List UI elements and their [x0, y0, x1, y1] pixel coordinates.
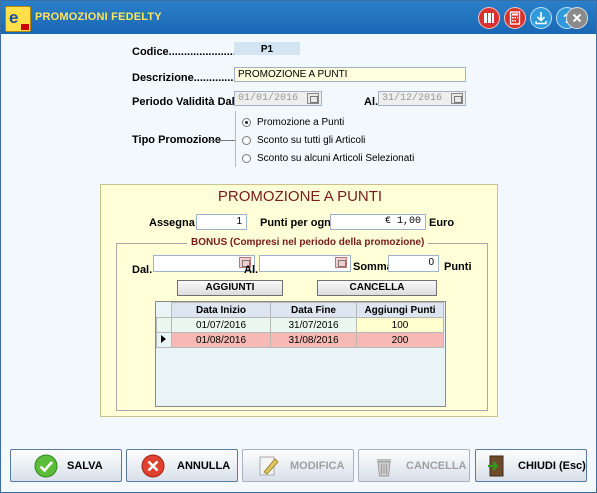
assegna-label: Assegna [149, 217, 195, 229]
annulla-button[interactable]: ANNULLA [126, 449, 238, 482]
bonus-al-label: Al. [244, 264, 259, 276]
table-header-row: Data Inizio Data Fine Aggiungi Punti [156, 302, 444, 318]
check-icon [34, 454, 58, 478]
radio-icon [242, 154, 251, 163]
calendar-icon[interactable] [335, 257, 347, 268]
cell-data-inizio: 01/07/2016 [171, 317, 271, 333]
table-row[interactable]: 01/08/2016 31/08/2016 200 [156, 332, 444, 348]
punti-label: Punti [444, 261, 472, 273]
current-row-arrow-icon[interactable] [156, 332, 172, 348]
exit-door-icon [488, 455, 504, 477]
calculator-icon[interactable] [504, 7, 526, 29]
edit-icon [259, 456, 279, 476]
euro-label: Euro [429, 217, 455, 229]
close-icon[interactable] [566, 7, 588, 29]
tipo-connector-line [208, 140, 235, 141]
bonus-title: BONUS (Compresi nel periodo della promoz… [187, 237, 429, 248]
cancel-icon [141, 454, 165, 478]
cancella-button[interactable]: CANCELLA [358, 449, 470, 482]
punti-per-ogni-label: Punti per ogni [260, 217, 334, 229]
cell-aggiungi-punti: 200 [356, 332, 444, 348]
chiudi-button[interactable]: CHIUDI (Esc) [475, 449, 587, 482]
header-aggiungi-punti[interactable]: Aggiungi Punti [356, 302, 444, 318]
bonus-dal-label: Dal. [132, 264, 153, 276]
radio-selected-icon [242, 118, 251, 127]
window-title: PROMOZIONI FEDELTY [35, 11, 162, 23]
cell-data-inizio: 01/08/2016 [171, 332, 271, 348]
calendar-icon[interactable] [451, 93, 463, 104]
somma-field[interactable]: 0 [388, 255, 439, 272]
cancella-bonus-button[interactable]: CANCELLA [317, 280, 437, 296]
codice-field[interactable]: P1 [234, 42, 300, 55]
app-logo-icon: e [5, 6, 31, 32]
promozione-panel: PROMOZIONE A PUNTI Assegna 1 Punti per o… [100, 184, 498, 417]
header-data-fine[interactable]: Data Fine [270, 302, 357, 318]
assegna-field[interactable]: 1 [196, 214, 247, 230]
row-selector[interactable] [156, 317, 172, 333]
descrizione-field[interactable]: PROMOZIONE A PUNTI [234, 67, 466, 82]
row-selector-header [156, 302, 172, 318]
radio-icon [242, 136, 251, 145]
bonus-group: BONUS (Compresi nel periodo della promoz… [116, 237, 488, 411]
panel-title: PROMOZIONE A PUNTI [217, 188, 383, 205]
punti-per-ogni-field[interactable]: € 1,00 [330, 214, 426, 230]
tipo-group-border [235, 111, 237, 167]
header-data-inizio[interactable]: Data Inizio [171, 302, 271, 318]
cell-data-fine: 31/08/2016 [270, 332, 357, 348]
al-label: Al. [364, 96, 379, 108]
archive-icon[interactable] [478, 7, 500, 29]
aggiungi-button[interactable]: AGGIUNTI [177, 280, 283, 296]
calendar-icon[interactable] [307, 93, 319, 104]
download-icon[interactable] [530, 7, 552, 29]
somma-label: Somma [353, 261, 393, 273]
codice-label: Codice...................... [132, 46, 236, 58]
trash-icon [377, 459, 391, 477]
title-bar: e PROMOZIONI FEDELTY ? [1, 1, 596, 34]
bonus-table: Data Inizio Data Fine Aggiungi Punti 01/… [155, 301, 446, 407]
modifica-button[interactable]: MODIFICA [242, 449, 354, 482]
promozioni-window: e PROMOZIONI FEDELTY ? Codice...........… [0, 0, 597, 493]
descrizione-label: Descrizione................. [132, 72, 246, 84]
cell-aggiungi-punti: 100 [356, 317, 444, 333]
table-row[interactable]: 01/07/2016 31/07/2016 100 [156, 317, 444, 333]
salva-button[interactable]: SALVA [10, 449, 122, 482]
cell-data-fine: 31/07/2016 [270, 317, 357, 333]
